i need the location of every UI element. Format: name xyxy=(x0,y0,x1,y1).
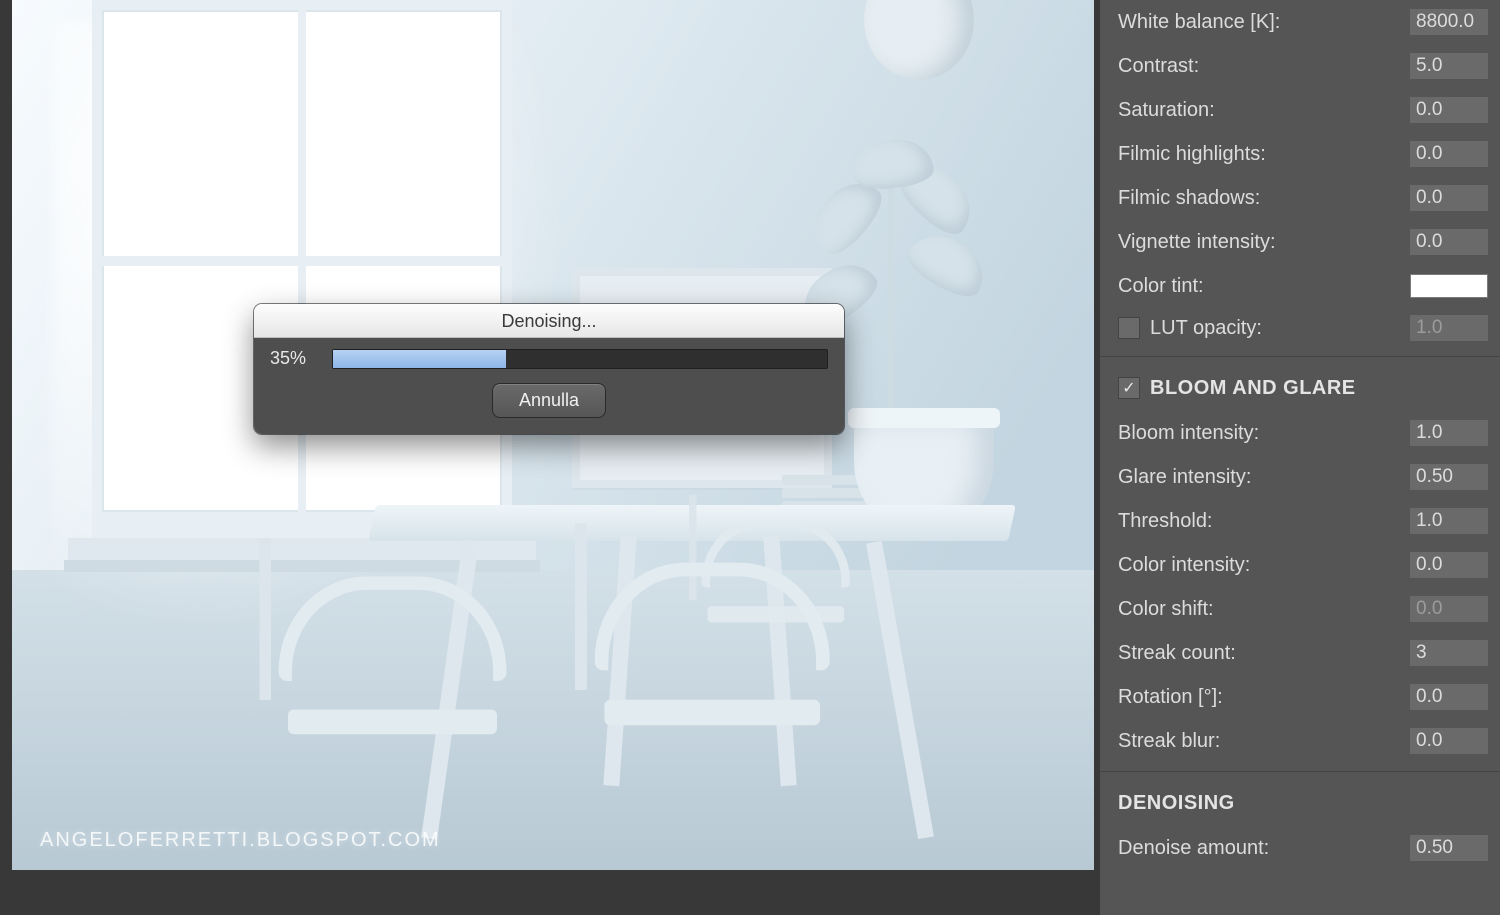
param-row-saturation: Saturation: xyxy=(1118,88,1488,132)
section-title-denoising: DENOISING xyxy=(1118,792,1235,815)
viewport-watermark: ANGELOFERRETTI.BLOGSPOT.COM xyxy=(40,829,441,852)
section-bloom-and-glare: ✓ BLOOM AND GLARE xyxy=(1118,365,1488,411)
bloom-input-streak_blur[interactable] xyxy=(1410,728,1488,754)
bloom-input-glare_intensity[interactable] xyxy=(1410,464,1488,490)
param-row-lut-opacity: ✓ LUT opacity: xyxy=(1118,308,1488,348)
lut-opacity-checkbox[interactable]: ✓ xyxy=(1118,317,1140,339)
bloom-row-color_intensity: Color intensity: xyxy=(1118,543,1488,587)
progress-dialog: Denoising... 35% Annulla xyxy=(254,304,844,434)
render-settings-panel: White balance [K]: Contrast: Saturation: Fi… xyxy=(1100,0,1500,915)
bloom-input-color_intensity[interactable] xyxy=(1410,552,1488,578)
bloom-row-streak_blur: Streak blur: xyxy=(1118,719,1488,763)
denoise-row-denoise_amount: Denoise amount: xyxy=(1118,826,1488,870)
color-tint-swatch[interactable] xyxy=(1410,274,1488,298)
bloom-label-color_intensity: Color intensity: xyxy=(1118,554,1410,577)
progress-dialog-title: Denoising... xyxy=(254,304,844,338)
param-row-color-tint: Color tint: xyxy=(1118,264,1488,308)
section-denoising: DENOISING xyxy=(1118,780,1488,826)
lut-opacity-input[interactable] xyxy=(1410,315,1488,341)
param-row-contrast: Contrast: xyxy=(1118,44,1488,88)
bloom-label-streak_count: Streak count: xyxy=(1118,642,1410,665)
param-row-filmic_shadows: Filmic shadows: xyxy=(1118,176,1488,220)
bloom-row-bloom_intensity: Bloom intensity: xyxy=(1118,411,1488,455)
param-label-filmic_highlights: Filmic highlights: xyxy=(1118,143,1410,166)
bloom-label-rotation: Rotation [°]: xyxy=(1118,686,1410,709)
bloom-and-glare-checkbox[interactable]: ✓ xyxy=(1118,377,1140,399)
bloom-row-streak_count: Streak count: xyxy=(1118,631,1488,675)
section-title-bloom-and-glare: BLOOM AND GLARE xyxy=(1150,377,1356,400)
bloom-input-color_shift[interactable] xyxy=(1410,596,1488,622)
param-label-lut-opacity: LUT opacity: xyxy=(1150,317,1400,340)
param-label-white_balance: White balance [K]: xyxy=(1118,11,1410,34)
render-viewport: ANGELOFERRETTI.BLOGSPOT.COM xyxy=(12,0,1094,870)
param-input-white_balance[interactable] xyxy=(1410,9,1488,35)
bloom-label-bloom_intensity: Bloom intensity: xyxy=(1118,422,1410,445)
progress-bar xyxy=(332,349,828,369)
param-input-vignette_intensity[interactable] xyxy=(1410,229,1488,255)
param-row-filmic_highlights: Filmic highlights: xyxy=(1118,132,1488,176)
param-row-vignette_intensity: Vignette intensity: xyxy=(1118,220,1488,264)
bloom-input-streak_count[interactable] xyxy=(1410,640,1488,666)
param-label-filmic_shadows: Filmic shadows: xyxy=(1118,187,1410,210)
param-input-filmic_highlights[interactable] xyxy=(1410,141,1488,167)
cancel-button[interactable]: Annulla xyxy=(492,383,606,418)
bloom-row-glare_intensity: Glare intensity: xyxy=(1118,455,1488,499)
bloom-input-threshold[interactable] xyxy=(1410,508,1488,534)
bloom-label-streak_blur: Streak blur: xyxy=(1118,730,1410,753)
bloom-label-glare_intensity: Glare intensity: xyxy=(1118,466,1410,489)
denoise-label-denoise_amount: Denoise amount: xyxy=(1118,837,1410,860)
bloom-label-color_shift: Color shift: xyxy=(1118,598,1410,621)
bloom-row-rotation: Rotation [°]: xyxy=(1118,675,1488,719)
progress-bar-fill xyxy=(333,350,506,368)
bloom-row-color_shift: Color shift: xyxy=(1118,587,1488,631)
param-label-color-tint: Color tint: xyxy=(1118,275,1410,298)
bloom-input-rotation[interactable] xyxy=(1410,684,1488,710)
bloom-row-threshold: Threshold: xyxy=(1118,499,1488,543)
param-input-saturation[interactable] xyxy=(1410,97,1488,123)
denoise-input-denoise_amount[interactable] xyxy=(1410,835,1488,861)
bloom-input-bloom_intensity[interactable] xyxy=(1410,420,1488,446)
param-label-contrast: Contrast: xyxy=(1118,55,1410,78)
param-label-vignette_intensity: Vignette intensity: xyxy=(1118,231,1410,254)
progress-percent-label: 35% xyxy=(270,348,316,369)
bloom-label-threshold: Threshold: xyxy=(1118,510,1410,533)
param-label-saturation: Saturation: xyxy=(1118,99,1410,122)
param-row-white_balance: White balance [K]: xyxy=(1118,0,1488,44)
param-input-contrast[interactable] xyxy=(1410,53,1488,79)
param-input-filmic_shadows[interactable] xyxy=(1410,185,1488,211)
